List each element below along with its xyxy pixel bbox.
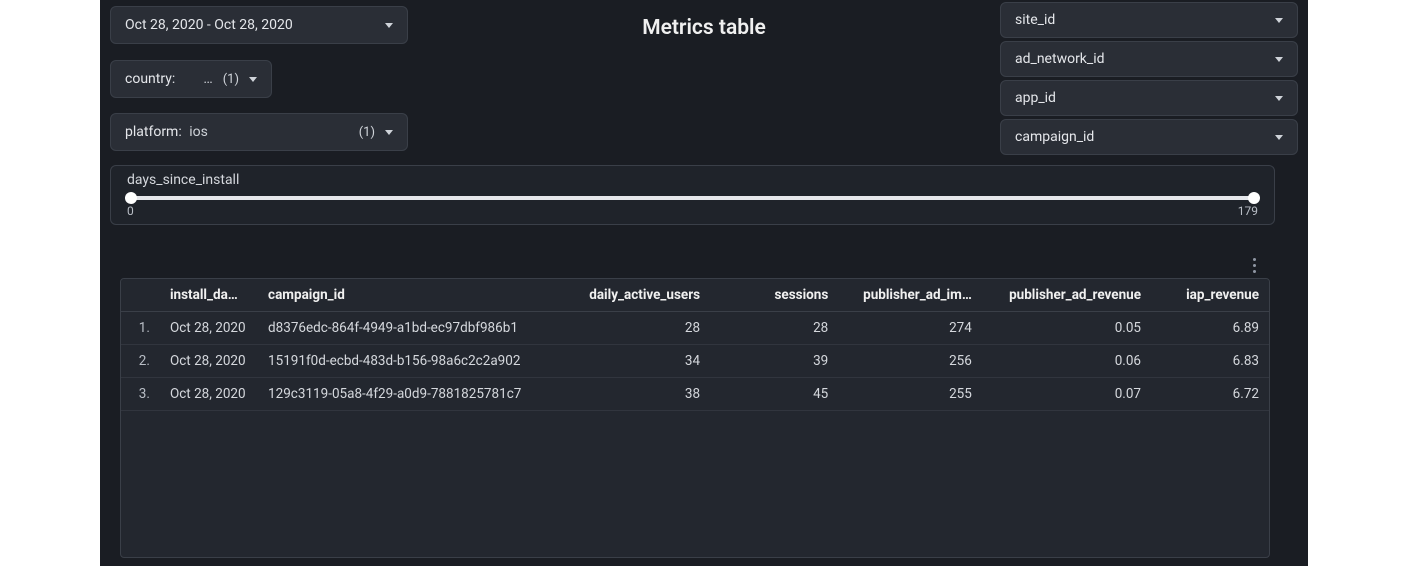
cell-dau: 28 [576,312,710,345]
cell-imp: 274 [838,312,982,345]
days-since-install-slider[interactable]: days_since_install 0 179 [110,165,1275,225]
col-header-iap-revenue[interactable]: iap_revenue [1151,279,1269,312]
dimension-site-id[interactable]: site_id [1000,2,1298,38]
dimension-label: ad_network_id [1015,51,1105,67]
table-options-menu[interactable] [1245,254,1263,276]
slider-handle-max[interactable] [1248,192,1260,204]
table-row[interactable]: 3.Oct 28, 2020129c3119-05a8-4f29-a0d9-78… [121,378,1269,411]
chevron-down-icon [1275,135,1283,140]
cell-campaign-id: 129c3119-05a8-4f29-a0d9-7881825781c7 [258,378,576,411]
filter-platform-count: (1) [359,125,375,140]
filter-country-label: country: [125,71,199,87]
cell-iap: 6.72 [1151,378,1269,411]
chevron-down-icon [1275,57,1283,62]
slider-label: days_since_install [127,172,1258,188]
date-range-value: Oct 28, 2020 - Oct 28, 2020 [125,17,375,33]
cell-install-date: Oct 28, 2020 [160,345,258,378]
cell-sessions: 45 [710,378,838,411]
col-header-campaign-id[interactable]: campaign_id [258,279,576,312]
cell-rev: 0.06 [982,345,1151,378]
slider-handle-min[interactable] [125,192,137,204]
col-header-publisher-ad-revenue[interactable]: publisher_ad_revenue [982,279,1151,312]
table-header-row: install_da… campaign_id daily_active_use… [121,279,1269,312]
cell-imp: 256 [838,345,982,378]
kebab-dot [1253,258,1256,261]
cell-rev: 0.07 [982,378,1151,411]
col-header-dau[interactable]: daily_active_users [576,279,710,312]
col-header-publisher-ad-im[interactable]: publisher_ad_im… [838,279,982,312]
table-row[interactable]: 1.Oct 28, 2020d8376edc-864f-4949-a1bd-ec… [121,312,1269,345]
cell-sessions: 39 [710,345,838,378]
chevron-down-icon [385,130,393,135]
filter-platform-value: ios [189,124,208,140]
row-index: 3. [121,378,160,411]
cell-campaign-id: 15191f0d-ecbd-483d-b156-98a6c2c2a902 [258,345,576,378]
cell-iap: 6.83 [1151,345,1269,378]
filter-platform-label: platform: [125,124,182,140]
slider-max: 179 [1238,204,1258,218]
chevron-down-icon [385,23,393,28]
row-index: 1. [121,312,160,345]
row-index: 2. [121,345,160,378]
kebab-dot [1253,264,1256,267]
filter-country[interactable]: country: … (1) [110,60,272,98]
cell-imp: 255 [838,378,982,411]
dimension-app-id[interactable]: app_id [1000,80,1298,116]
metrics-table: install_da… campaign_id daily_active_use… [120,278,1270,558]
cell-campaign-id: d8376edc-864f-4949-a1bd-ec97dbf986b1 [258,312,576,345]
dimension-ad-network-id[interactable]: ad_network_id [1000,41,1298,77]
col-header-install-date[interactable]: install_da… [160,279,258,312]
cell-dau: 34 [576,345,710,378]
filter-country-value: … [203,71,212,87]
cell-iap: 6.89 [1151,312,1269,345]
chevron-down-icon [249,77,257,82]
kebab-dot [1253,270,1256,273]
cell-rev: 0.05 [982,312,1151,345]
date-range-picker[interactable]: Oct 28, 2020 - Oct 28, 2020 [110,6,408,44]
slider-track[interactable] [127,196,1258,200]
dimension-label: app_id [1015,90,1056,106]
dimension-label: campaign_id [1015,129,1094,145]
cell-install-date: Oct 28, 2020 [160,378,258,411]
slider-min: 0 [127,204,134,218]
chevron-down-icon [1275,96,1283,101]
cell-dau: 38 [576,378,710,411]
filter-country-count: (1) [223,72,239,87]
dimension-campaign-id[interactable]: campaign_id [1000,119,1298,155]
table-row[interactable]: 2.Oct 28, 202015191f0d-ecbd-483d-b156-98… [121,345,1269,378]
cell-sessions: 28 [710,312,838,345]
dimension-label: site_id [1015,12,1055,28]
chevron-down-icon [1275,18,1283,23]
cell-install-date: Oct 28, 2020 [160,312,258,345]
col-header-sessions[interactable]: sessions [710,279,838,312]
filter-platform[interactable]: platform: ios (1) [110,113,408,151]
